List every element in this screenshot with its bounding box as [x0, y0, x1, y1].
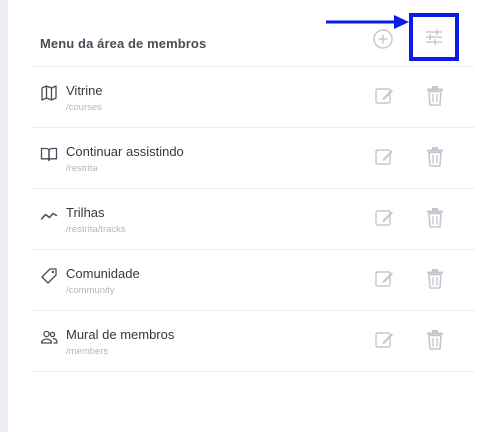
menu-item-mural-de-membros[interactable]: Mural de membros /members: [31, 311, 475, 372]
menu-item-comunidade[interactable]: Comunidade /community: [31, 250, 475, 311]
menu-item-title: Mural de membros: [66, 327, 175, 342]
edit-icon: [375, 210, 393, 226]
delete-button[interactable]: [425, 268, 445, 290]
edit-button[interactable]: [374, 269, 394, 289]
menu-item-path: /restrita/tracks: [66, 224, 126, 235]
delete-button[interactable]: [425, 207, 445, 229]
edit-button[interactable]: [374, 86, 394, 106]
map-icon: [41, 85, 57, 101]
menu-item-vitrine[interactable]: Vitrine /courses: [31, 67, 475, 128]
menu-item-title: Trilhas: [66, 205, 105, 220]
book-open-icon: [40, 147, 58, 162]
delete-button[interactable]: [425, 146, 445, 168]
menu-item-trilhas[interactable]: Trilhas /restrita/tracks: [31, 189, 475, 250]
menu-item-title: Vitrine: [66, 83, 103, 98]
trending-line-icon: [40, 212, 58, 220]
trash-icon: [427, 208, 443, 228]
trash-icon: [427, 147, 443, 167]
edit-icon: [375, 88, 393, 104]
menu-item-title: Comunidade: [66, 266, 140, 281]
edit-icon: [375, 149, 393, 165]
sliders-icon: [426, 29, 442, 45]
menu-item-continuar-assistindo[interactable]: Continuar assistindo /restrita: [31, 128, 475, 189]
menu-item-title: Continuar assistindo: [66, 144, 184, 159]
plus-circle-icon: [373, 29, 393, 49]
menu-header: Menu da área de membros: [31, 0, 475, 67]
delete-button[interactable]: [425, 85, 445, 107]
edit-button[interactable]: [374, 147, 394, 167]
trash-icon: [427, 269, 443, 289]
tag-icon: [41, 268, 57, 284]
menu-title: Menu da área de membros: [40, 36, 207, 51]
trash-icon: [427, 86, 443, 106]
users-icon: [40, 330, 58, 344]
add-menu-item-button[interactable]: [371, 27, 395, 51]
menu-item-path: /restrita: [66, 163, 98, 174]
edit-button[interactable]: [374, 330, 394, 350]
trash-icon: [427, 330, 443, 350]
delete-button[interactable]: [425, 329, 445, 351]
edit-button[interactable]: [374, 208, 394, 228]
edit-icon: [375, 332, 393, 348]
menu-item-path: /courses: [66, 102, 102, 113]
menu-item-path: /members: [66, 346, 109, 357]
edit-icon: [375, 271, 393, 287]
customize-menu-button[interactable]: [409, 13, 459, 61]
menu-item-path: /community: [66, 285, 115, 296]
